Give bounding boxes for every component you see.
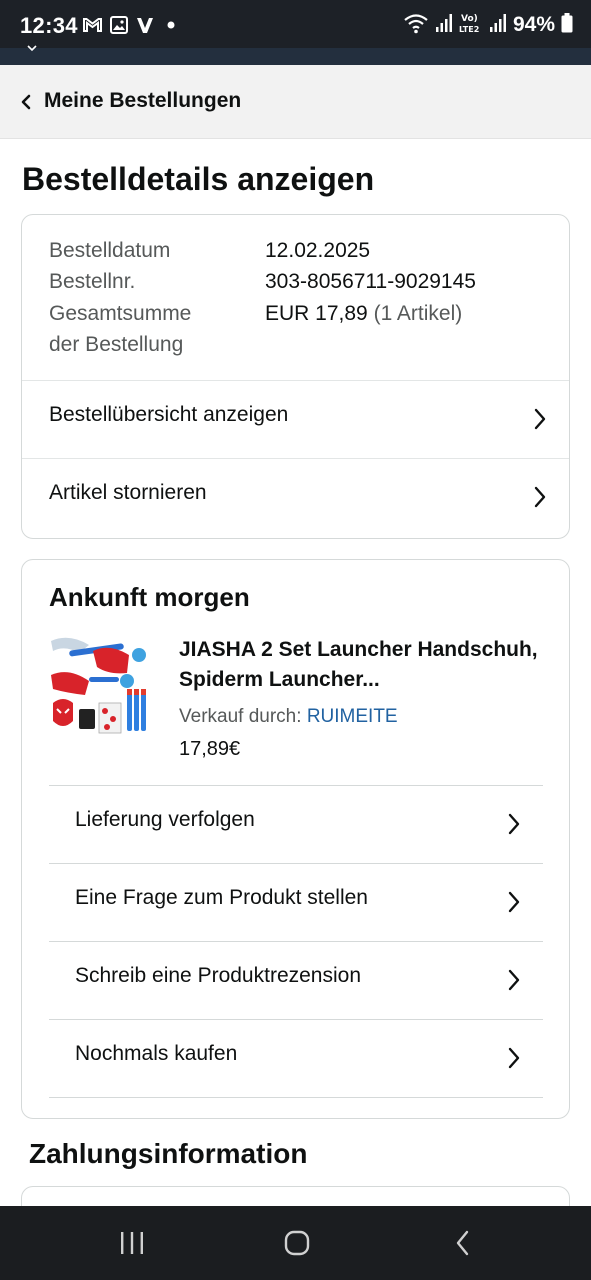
track-package-label[interactable]: Lieferung verfolgen: [75, 808, 255, 832]
order-total-amount: EUR 17,89: [265, 302, 368, 325]
android-navigation-bar: [0, 1206, 591, 1280]
payment-info-title: Zahlungsinformation: [29, 1138, 308, 1169]
product-title-link[interactable]: JIASHA 2 Set Launcher Handschuh, Spiderm…: [179, 635, 544, 695]
app-top-strip: [0, 45, 591, 65]
recent-apps-button[interactable]: [112, 1228, 152, 1258]
cancel-items-row[interactable]: Artikel stornieren: [22, 458, 569, 536]
chevron-left-icon[interactable]: [19, 94, 33, 110]
ask-product-question-row[interactable]: Eine Frage zum Produkt stellen: [49, 863, 543, 941]
page-title: Bestelldetails anzeigen: [22, 161, 375, 197]
chevron-right-icon: [508, 1047, 520, 1069]
product-price: 17,89€: [179, 738, 241, 760]
chevron-right-icon: [534, 486, 546, 508]
order-number-value: 303-8056711-9029145: [265, 270, 476, 293]
seller-link[interactable]: RUIMEITE: [307, 706, 398, 727]
dot-icon: [161, 16, 180, 35]
gallery-icon: [109, 16, 128, 35]
order-total-label-line1: Gesamtsumme: [49, 302, 192, 325]
divider: [49, 1097, 543, 1098]
back-navigation-bar[interactable]: Meine Bestellungen: [0, 65, 591, 139]
seller-prefix: Verkauf durch:: [179, 706, 302, 727]
back-link-my-orders[interactable]: Meine Bestellungen: [44, 89, 241, 113]
ask-product-question-label[interactable]: Eine Frage zum Produkt stellen: [75, 886, 368, 910]
write-review-row[interactable]: Schreib eine Produktrezension: [49, 941, 543, 1019]
recent-apps-icon: [121, 1232, 143, 1254]
battery-percent: 94%: [512, 13, 555, 36]
chevron-right-icon: [508, 813, 520, 835]
system-icons: Vo) LTE2 94%: [403, 12, 573, 38]
order-total-value: EUR 17,89 (1 Artikel): [265, 298, 462, 329]
chevron-down-icon: [27, 45, 37, 52]
chevron-right-icon: [508, 969, 520, 991]
order-item-count: (1 Artikel): [373, 302, 463, 325]
arrival-status-title: Ankunft morgen: [49, 582, 250, 612]
write-review-label[interactable]: Schreib eine Produktrezension: [75, 964, 361, 988]
product-image[interactable]: [49, 633, 155, 741]
order-date-value: 12.02.2025: [265, 239, 371, 262]
cancel-items-label[interactable]: Artikel stornieren: [49, 481, 207, 505]
volte-icon: Vo) LTE2: [459, 12, 483, 39]
order-date-label: Bestelldatum: [49, 239, 171, 262]
view-order-summary-label[interactable]: Bestellübersicht anzeigen: [49, 403, 288, 427]
notification-icons: [83, 14, 180, 36]
home-icon: [284, 1230, 310, 1256]
gmail-icon: [83, 16, 102, 35]
status-time: 12:34: [20, 13, 78, 38]
product-seller: Verkauf durch: RUIMEITE: [179, 706, 398, 728]
svg-text:Vo): Vo): [461, 14, 478, 24]
chevron-right-icon: [508, 891, 520, 913]
status-bar: 12:34 Vo) LTE2 94%: [0, 0, 591, 48]
wifi-icon: [403, 12, 429, 39]
home-button[interactable]: [277, 1228, 317, 1258]
order-summary-card: Bestelldatum 12.02.2025 Bestellnr. 303-8…: [21, 214, 570, 539]
track-package-row[interactable]: Lieferung verfolgen: [49, 785, 543, 863]
order-total-label-line2: der Bestellung: [49, 333, 184, 356]
signal-icon-2: [489, 13, 507, 38]
buy-again-label[interactable]: Nochmals kaufen: [75, 1042, 237, 1066]
shipment-card: Ankunft morgen JIASHA 2 Set Launcher Han…: [21, 559, 570, 1119]
order-number-label: Bestellnr.: [49, 270, 136, 293]
v-app-icon: [135, 16, 154, 35]
view-order-summary-row[interactable]: Bestellübersicht anzeigen: [22, 380, 569, 458]
chevron-right-icon: [534, 408, 546, 430]
buy-again-row[interactable]: Nochmals kaufen: [49, 1019, 543, 1097]
back-arrow-icon: [456, 1230, 469, 1256]
svg-text:LTE2: LTE2: [459, 25, 479, 34]
battery-icon: [561, 12, 573, 38]
back-button[interactable]: [443, 1228, 483, 1258]
signal-icon: [435, 13, 453, 38]
